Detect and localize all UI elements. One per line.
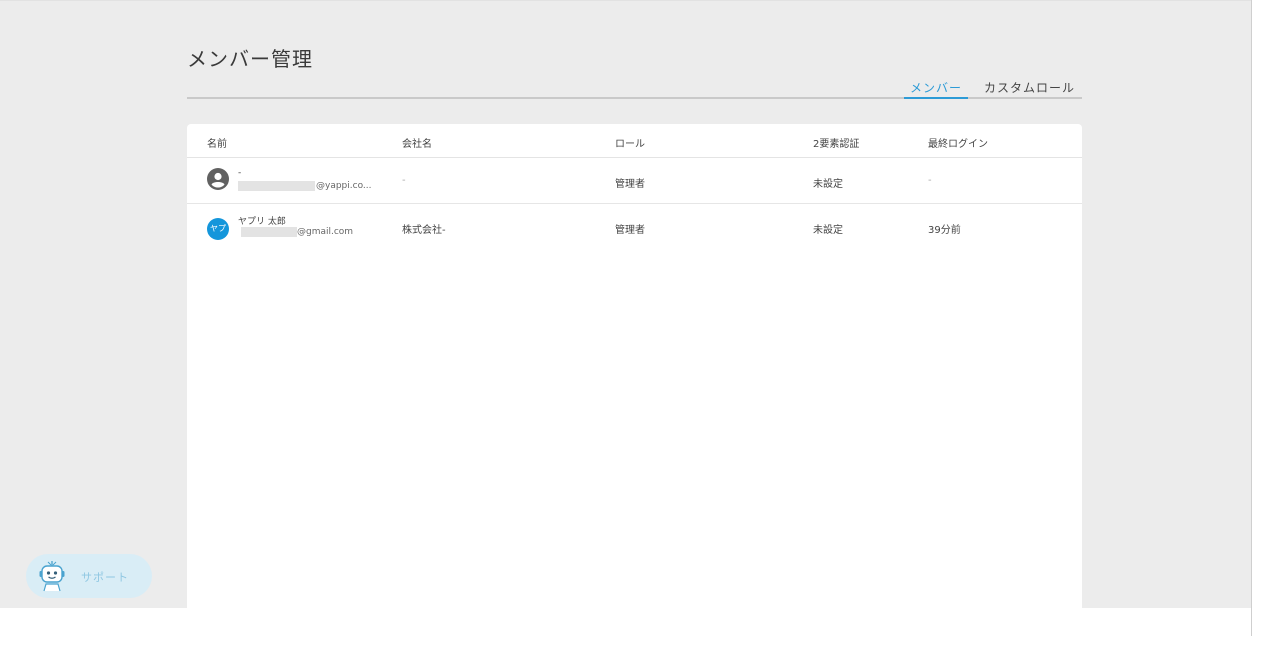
column-header-role[interactable]: ロール — [615, 135, 645, 150]
table-header: 名前 会社名 ロール 2要素認証 最終ログイン — [187, 124, 1082, 158]
member-name: - — [238, 168, 242, 178]
members-table: 名前 会社名 ロール 2要素認証 最終ログイン - @yappi.co... -… — [187, 124, 1082, 608]
tab-members[interactable]: メンバー — [904, 79, 968, 99]
app-area: メンバー管理 メンバー カスタムロール 名前 会社名 ロール 2要素認証 最終ロ… — [0, 0, 1251, 608]
member-company: 株式会社- — [402, 225, 446, 236]
scrollbar[interactable] — [1251, 0, 1252, 636]
support-label: サポート — [81, 571, 129, 584]
member-email: @gmail.com — [297, 227, 354, 237]
robot-icon — [38, 560, 66, 596]
person-icon — [207, 168, 229, 190]
member-name: ヤプリ 太郎 — [238, 217, 286, 227]
member-last-login: - — [928, 175, 932, 186]
member-company: - — [402, 175, 406, 186]
tab-bar: メンバー カスタムロール — [187, 76, 1082, 99]
member-role: 管理者 — [615, 179, 645, 190]
tab-custom-roles[interactable]: カスタムロール — [984, 79, 1075, 96]
page-title: メンバー管理 — [187, 47, 313, 71]
email-redaction — [238, 181, 315, 191]
member-email: @yappi.co... — [316, 181, 372, 191]
member-two-factor: 未設定 — [813, 225, 843, 236]
avatar: ヤプ — [207, 218, 229, 240]
table-row[interactable]: - @yappi.co... - 管理者 未設定 - — [187, 158, 1082, 204]
member-role: 管理者 — [615, 225, 645, 236]
column-header-two-factor[interactable]: 2要素認証 — [813, 135, 859, 150]
column-header-last-login[interactable]: 最終ログイン — [928, 135, 988, 150]
member-last-login: 39分前 — [928, 225, 961, 236]
column-header-name[interactable]: 名前 — [207, 135, 227, 150]
table-row[interactable]: ヤプ ヤプリ 太郎 @gmail.com 株式会社- 管理者 未設定 39分前 — [187, 204, 1082, 249]
column-header-company[interactable]: 会社名 — [402, 135, 432, 150]
member-two-factor: 未設定 — [813, 179, 843, 190]
email-redaction — [241, 227, 297, 237]
support-button[interactable]: サポート — [26, 554, 152, 598]
